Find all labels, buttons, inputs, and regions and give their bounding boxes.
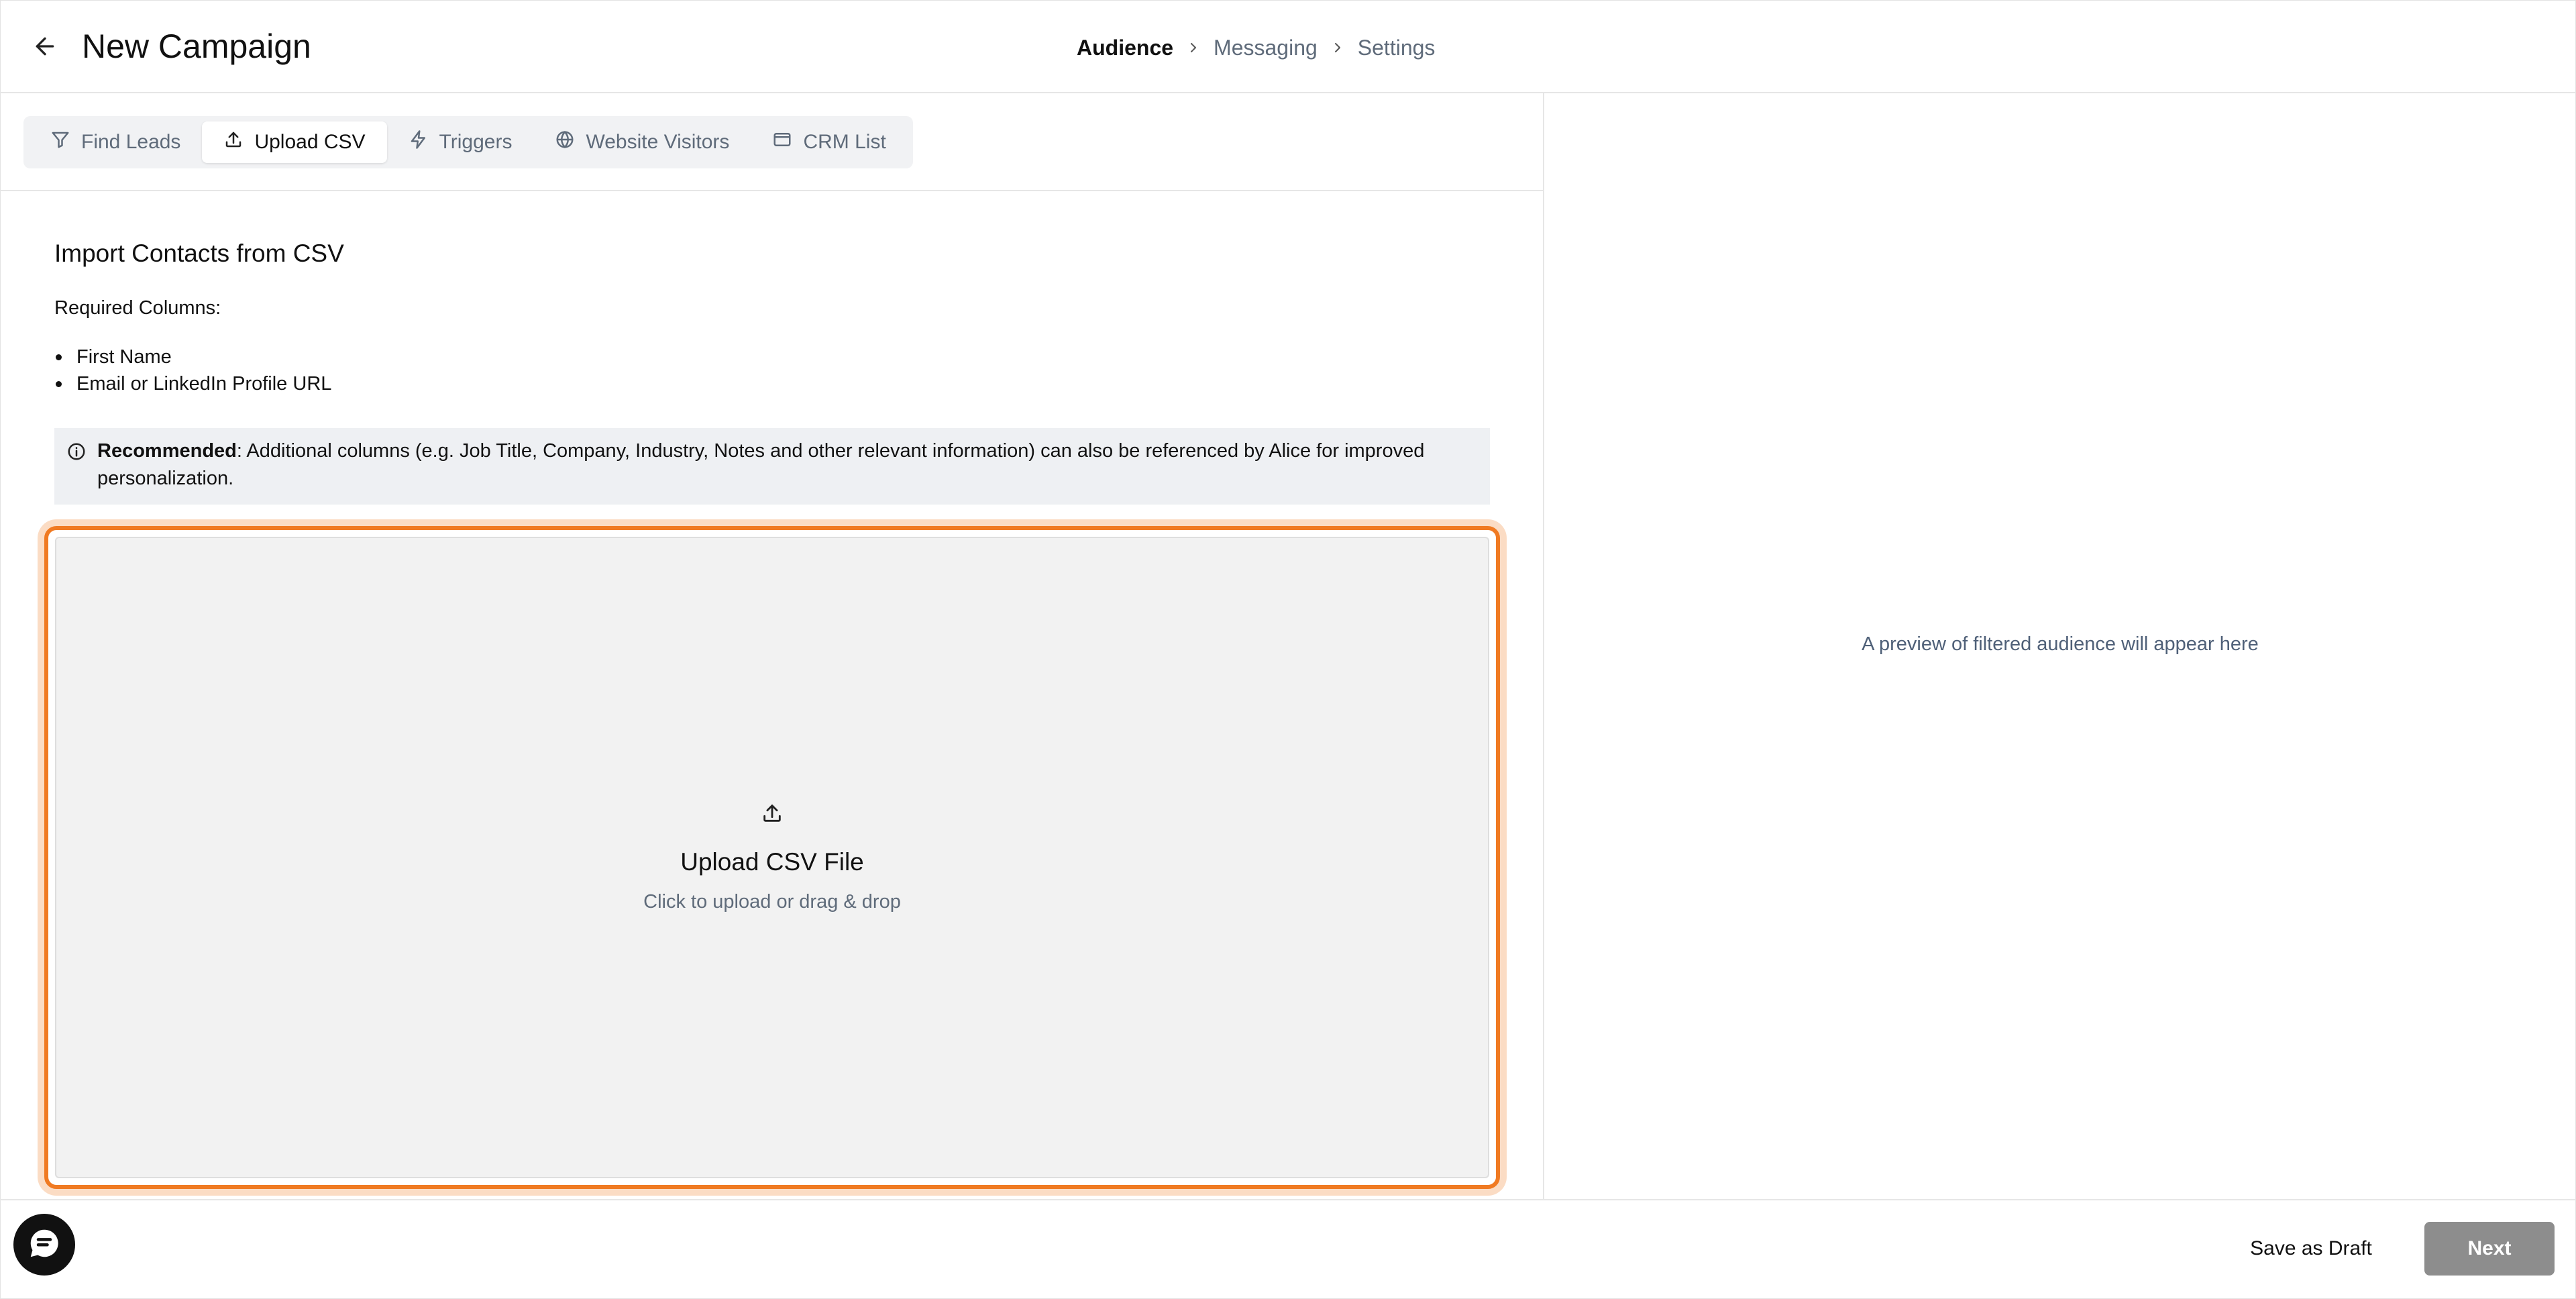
window-icon xyxy=(772,129,792,155)
footer-bar: Save as Draft Next xyxy=(0,1199,2576,1299)
tab-triggers[interactable]: Triggers xyxy=(387,121,534,163)
chevron-right-icon xyxy=(1318,40,1358,56)
required-columns-list: First Name Email or LinkedIn Profile URL xyxy=(41,344,331,397)
tab-label: Triggers xyxy=(439,131,513,153)
recommendation-note: Recommended: Additional columns (e.g. Jo… xyxy=(54,428,1490,505)
import-title: Import Contacts from CSV xyxy=(54,240,344,267)
tab-crm-list[interactable]: CRM List xyxy=(751,121,907,163)
chat-button[interactable] xyxy=(13,1214,75,1276)
arrow-left-icon xyxy=(32,33,58,63)
audience-preview-panel: A preview of filtered audience will appe… xyxy=(1544,93,2576,1200)
csv-dropzone[interactable]: Upload CSV File Click to upload or drag … xyxy=(44,526,1500,1189)
upload-icon xyxy=(223,129,244,155)
tab-label: Website Visitors xyxy=(586,131,730,153)
tab-label: Upload CSV xyxy=(254,131,366,153)
dropzone-subtitle: Click to upload or drag & drop xyxy=(643,891,901,913)
tab-label: CRM List xyxy=(803,131,886,153)
required-columns-label: Required Columns: xyxy=(54,297,221,319)
next-button[interactable]: Next xyxy=(2424,1222,2555,1276)
back-button[interactable] xyxy=(30,32,60,63)
upload-icon xyxy=(761,802,784,828)
step-breadcrumb: Audience Messaging Settings xyxy=(1077,30,1435,66)
filter-icon xyxy=(50,129,70,155)
step-messaging[interactable]: Messaging xyxy=(1214,36,1318,60)
step-audience[interactable]: Audience xyxy=(1077,36,1173,60)
chevron-right-icon xyxy=(1173,40,1214,56)
page-header: New Campaign Audience Messaging Settings xyxy=(0,0,2576,93)
csv-dropzone-inner[interactable]: Upload CSV File Click to upload or drag … xyxy=(55,537,1489,1178)
required-column-first-name: First Name xyxy=(76,346,172,368)
list-item: Email or LinkedIn Profile URL xyxy=(41,370,331,397)
required-column-email-linkedin: Email or LinkedIn Profile URL xyxy=(76,373,332,395)
info-icon xyxy=(66,441,87,470)
tab-website-visitors[interactable]: Website Visitors xyxy=(533,121,751,163)
list-item: First Name xyxy=(41,344,331,370)
preview-placeholder: A preview of filtered audience will appe… xyxy=(1862,633,2259,655)
source-tabs: Find Leads Upload CSV Triggers Website V… xyxy=(23,116,913,168)
globe-icon xyxy=(555,129,575,155)
lightning-icon xyxy=(409,129,429,155)
chat-icon xyxy=(26,1225,62,1265)
tab-upload-csv[interactable]: Upload CSV xyxy=(202,121,387,163)
dropzone-title: Upload CSV File xyxy=(680,848,864,876)
page-title: New Campaign xyxy=(82,28,311,65)
tab-label: Find Leads xyxy=(81,131,181,153)
recommended-text: : Additional columns (e.g. Job Title, Co… xyxy=(97,440,1425,489)
step-settings[interactable]: Settings xyxy=(1358,36,1436,60)
tab-find-leads[interactable]: Find Leads xyxy=(29,121,202,163)
source-tabbar-wrap: Find Leads Upload CSV Triggers Website V… xyxy=(0,93,1543,191)
save-draft-button[interactable]: Save as Draft xyxy=(2234,1222,2388,1276)
recommended-label: Recommended xyxy=(97,440,237,462)
